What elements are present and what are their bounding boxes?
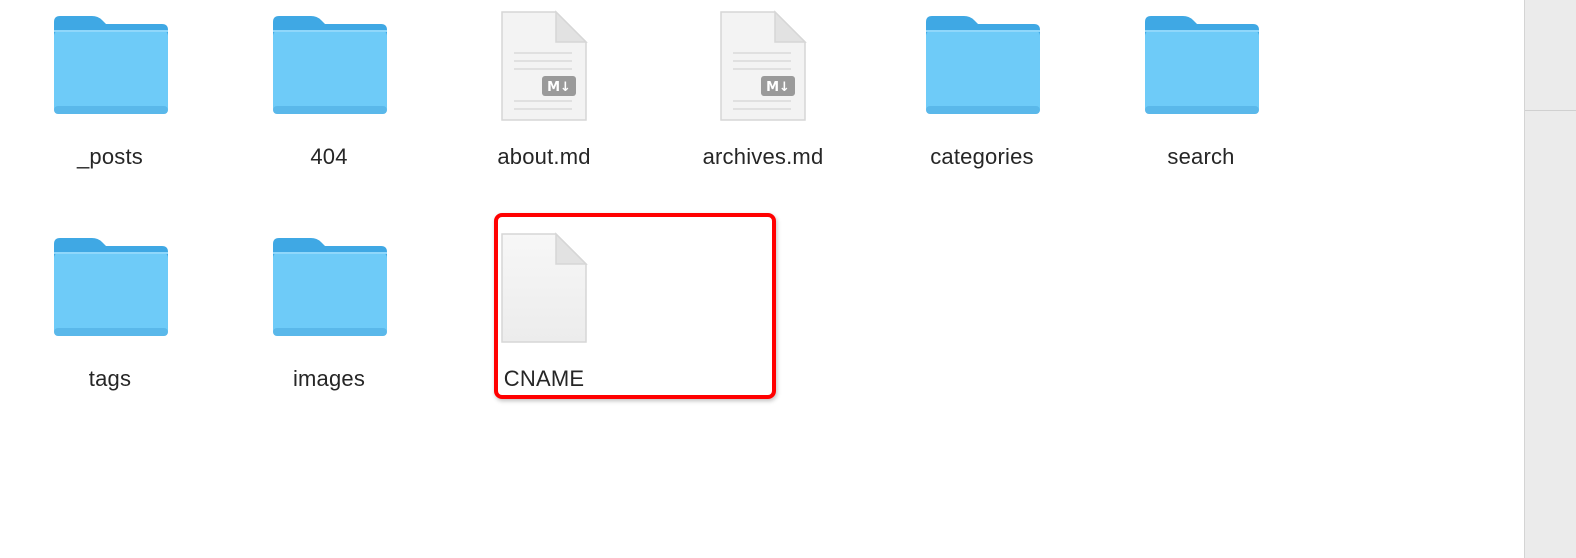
file-item-about-md[interactable]: M↓ about.md [434, 8, 654, 208]
file-label: archives.md [702, 144, 824, 169]
folder-item-categories[interactable]: categories [872, 8, 1092, 208]
side-panel [1524, 0, 1576, 558]
file-label: 404 [310, 144, 348, 169]
file-label: images [292, 366, 366, 391]
folder-icon [1145, 16, 1259, 114]
file-label: search [1167, 144, 1235, 169]
folder-item-tags[interactable]: tags [0, 230, 220, 430]
finder-icon-view: _posts 404 M↓ about.md M↓ archives.md ca… [0, 0, 1524, 558]
file-item-archives-md[interactable]: M↓ archives.md [653, 8, 873, 208]
folder-item-search[interactable]: search [1091, 8, 1311, 208]
folder-item-posts[interactable]: _posts [0, 8, 220, 208]
markdown-file-icon: M↓ [720, 10, 807, 121]
folder-icon [926, 16, 1040, 114]
panel-divider [1525, 110, 1576, 111]
file-label: about.md [497, 144, 591, 169]
folder-icon [273, 16, 387, 114]
file-label: CNAME [503, 366, 585, 391]
markdown-badge: M↓ [766, 80, 790, 95]
document-icon [501, 232, 588, 343]
markdown-file-icon: M↓ [501, 10, 588, 121]
file-label: _posts [76, 144, 144, 169]
file-item-cname[interactable]: CNAME [434, 230, 654, 430]
file-label: categories [930, 144, 1034, 169]
folder-icon [54, 238, 168, 336]
folder-item-images[interactable]: images [219, 230, 439, 430]
folder-item-404[interactable]: 404 [219, 8, 439, 208]
folder-icon [54, 16, 168, 114]
file-label: tags [88, 366, 132, 391]
markdown-badge: M↓ [547, 80, 571, 95]
folder-icon [273, 238, 387, 336]
